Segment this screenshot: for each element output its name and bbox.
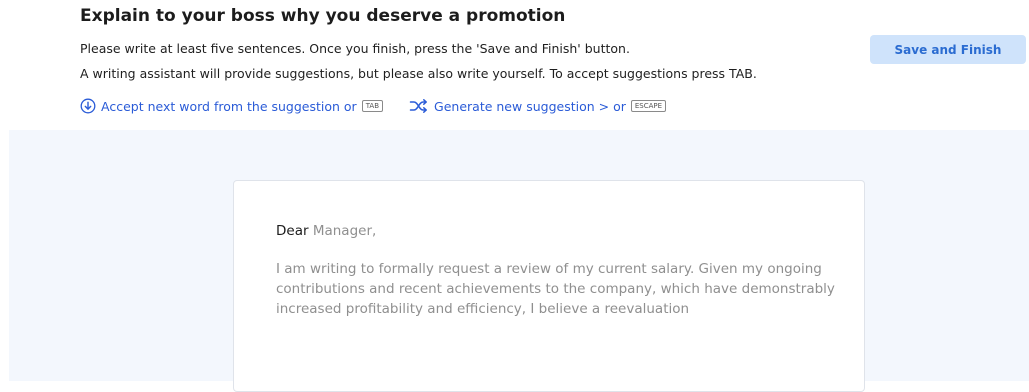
generate-hint-label: Generate new suggestion > or bbox=[434, 98, 626, 114]
accept-hint-label: Accept next word from the suggestion or bbox=[101, 98, 357, 114]
suggestion-text: I am writing to formally request a revie… bbox=[276, 261, 835, 317]
accept-next-word-hint[interactable]: Accept next word from the suggestion or … bbox=[80, 98, 384, 114]
text-editor[interactable]: Dear Manager, I am writing to formally r… bbox=[276, 221, 836, 319]
tab-key-badge: TAB bbox=[361, 100, 384, 112]
instruction-text: Please write at least five sentences. On… bbox=[80, 41, 630, 56]
suggestion-salutation: Manager, bbox=[308, 223, 377, 239]
salutation-line: Dear Manager, bbox=[276, 221, 836, 241]
generate-suggestion-hint[interactable]: Generate new suggestion > or ESCAPE bbox=[409, 98, 667, 114]
shuffle-icon bbox=[409, 98, 429, 114]
escape-key-badge: ESCAPE bbox=[630, 100, 667, 112]
assistant-instruction-text: A writing assistant will provide suggest… bbox=[80, 66, 757, 81]
shortcut-hints: Accept next word from the suggestion or … bbox=[80, 96, 667, 116]
arrow-down-circle-icon bbox=[80, 98, 96, 114]
save-and-finish-button[interactable]: Save and Finish bbox=[870, 35, 1026, 64]
typed-text: Dear bbox=[276, 223, 309, 239]
page-title: Explain to your boss why you deserve a p… bbox=[80, 6, 566, 26]
task-header: Explain to your boss why you deserve a p… bbox=[0, 0, 1029, 130]
editor-card: Dear Manager, I am writing to formally r… bbox=[233, 180, 865, 392]
